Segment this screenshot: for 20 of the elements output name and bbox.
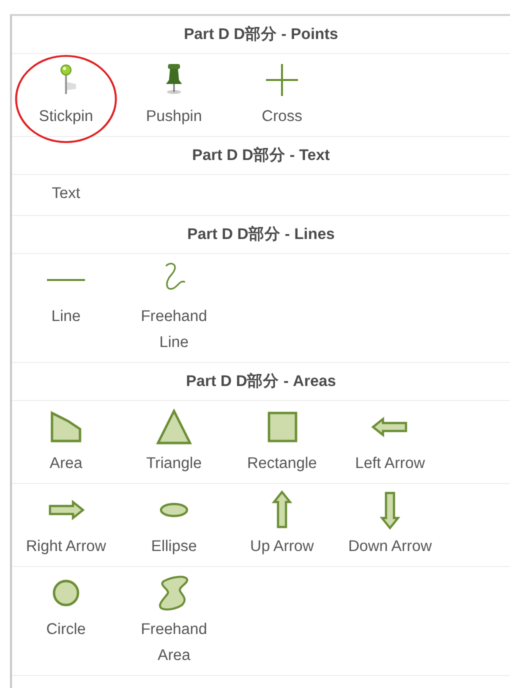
section-title: Part D D部分 - Text: [191, 146, 331, 166]
tool-label[interactable]: Freehand Area: [129, 617, 219, 669]
triangle-icon[interactable]: [154, 407, 194, 447]
tool-label[interactable]: Right Arrow: [21, 534, 111, 560]
tool-label[interactable]: Freehand Line: [129, 304, 219, 356]
section-title: Part D D部分 - Lines: [186, 224, 336, 245]
tool-label[interactable]: Triangle: [129, 451, 219, 477]
tool-label[interactable]: Circle: [21, 617, 111, 643]
tool-label[interactable]: Text: [21, 181, 111, 207]
tool-label[interactable]: Left Arrow: [345, 451, 435, 477]
tool-label[interactable]: Pushpin: [129, 104, 219, 130]
tool-label[interactable]: Area: [21, 451, 111, 477]
tool-label[interactable]: Ellipse: [129, 534, 219, 560]
section-title: Part D D部分 - Points: [182, 24, 340, 45]
tool-label[interactable]: Up Arrow: [237, 534, 327, 560]
tool-label[interactable]: Cross: [237, 104, 327, 130]
tool-label[interactable]: Down Arrow: [345, 534, 435, 560]
tool-label[interactable]: Rectangle: [237, 451, 327, 477]
section-title: Part D D部分 - Areas: [184, 372, 337, 392]
tool-label[interactable]: Line: [21, 304, 111, 330]
